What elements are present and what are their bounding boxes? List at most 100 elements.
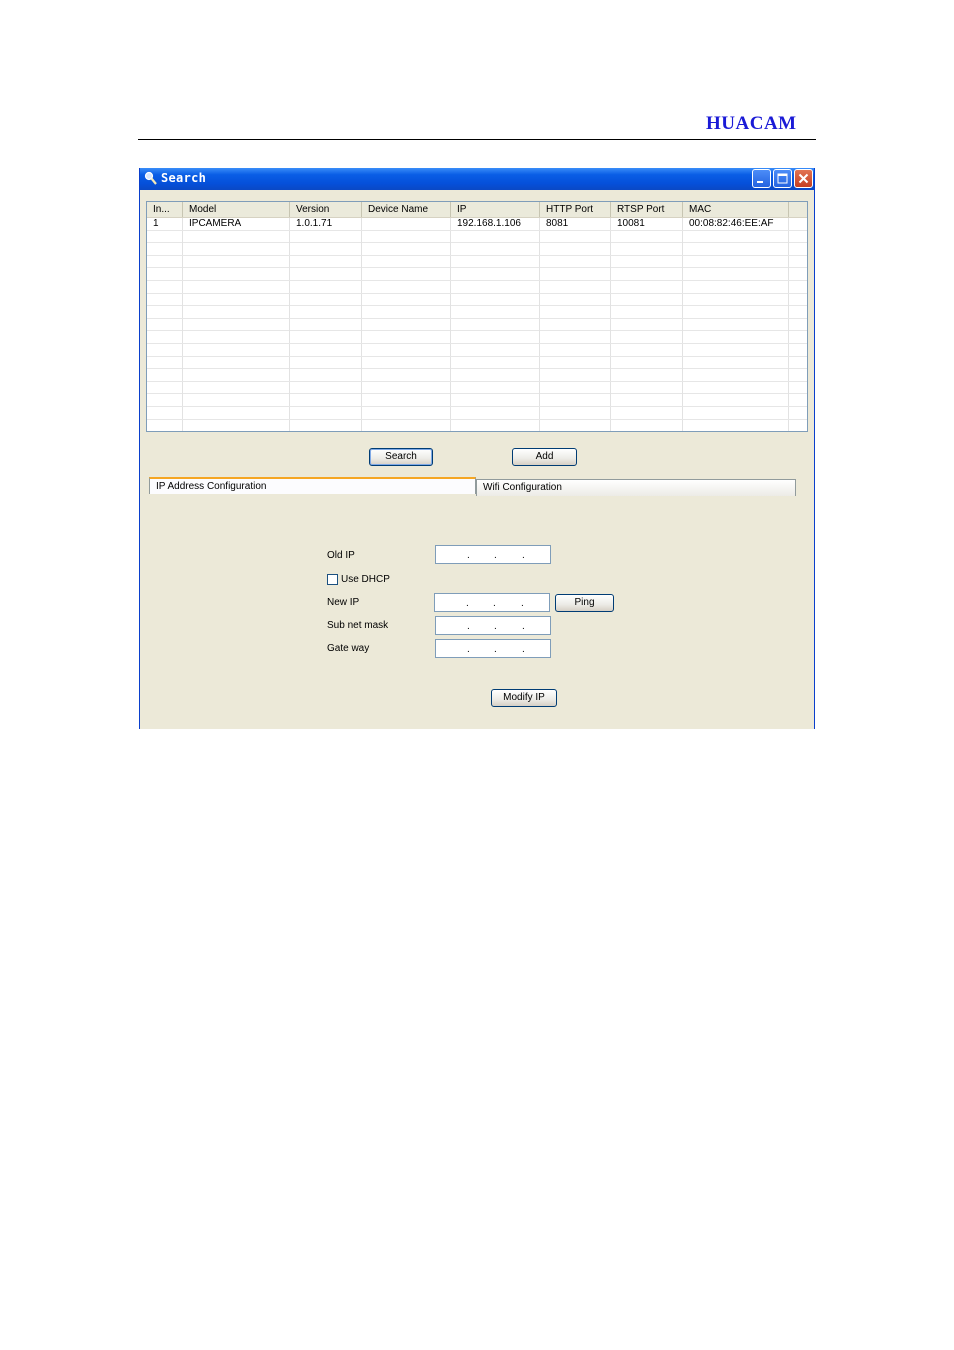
empty-cell bbox=[183, 343, 290, 356]
empty-cell bbox=[183, 306, 290, 319]
gateway-field[interactable]: . . . bbox=[435, 639, 551, 658]
empty-cell bbox=[183, 230, 290, 243]
table-row-empty[interactable] bbox=[147, 356, 807, 370]
ip-separator: . bbox=[467, 644, 470, 655]
modify-ip-button[interactable]: Modify IP bbox=[491, 689, 557, 707]
empty-cell bbox=[611, 419, 683, 431]
column-header-index[interactable]: In... bbox=[147, 202, 183, 217]
cell-device-name bbox=[362, 218, 451, 230]
empty-cell bbox=[290, 419, 362, 431]
empty-cell bbox=[147, 268, 183, 281]
empty-cell bbox=[362, 230, 451, 243]
empty-cell bbox=[683, 331, 789, 344]
use-dhcp-checkbox[interactable] bbox=[327, 574, 338, 585]
empty-cell bbox=[362, 394, 451, 407]
empty-cell bbox=[183, 268, 290, 281]
ip-separator: . bbox=[494, 644, 497, 655]
empty-cell bbox=[683, 268, 789, 281]
table-row-empty[interactable] bbox=[147, 230, 807, 244]
subnet-mask-field[interactable]: . . . bbox=[435, 616, 551, 635]
column-header-mac[interactable]: MAC bbox=[683, 202, 789, 217]
empty-cell bbox=[183, 293, 290, 306]
ip-separator: . bbox=[522, 621, 525, 632]
table-row-empty[interactable] bbox=[147, 343, 807, 357]
minimize-icon bbox=[757, 181, 763, 183]
column-header-rtsp-port[interactable]: RTSP Port bbox=[611, 202, 683, 217]
maximize-button[interactable] bbox=[773, 169, 792, 188]
device-list[interactable]: In... Model Version Device Name IP HTTP … bbox=[146, 201, 808, 432]
search-button[interactable]: Search bbox=[369, 448, 433, 466]
empty-cell bbox=[611, 255, 683, 268]
empty-cell bbox=[362, 306, 451, 319]
empty-cell bbox=[147, 369, 183, 382]
minimize-button[interactable] bbox=[752, 169, 771, 188]
empty-cell bbox=[362, 268, 451, 281]
column-header-device-name[interactable]: Device Name bbox=[362, 202, 451, 217]
empty-cell bbox=[183, 369, 290, 382]
table-row-empty[interactable] bbox=[147, 306, 807, 319]
empty-cell bbox=[147, 230, 183, 243]
table-row-empty[interactable] bbox=[147, 419, 807, 431]
column-header-ip[interactable]: IP bbox=[451, 202, 540, 217]
table-row-empty[interactable] bbox=[147, 293, 807, 307]
empty-cell bbox=[451, 230, 540, 243]
old-ip-field[interactable]: . . . bbox=[435, 545, 551, 564]
empty-cell bbox=[683, 280, 789, 293]
empty-cell bbox=[362, 356, 451, 369]
empty-cell bbox=[290, 318, 362, 331]
empty-cell bbox=[290, 255, 362, 268]
empty-cell bbox=[683, 419, 789, 431]
table-row[interactable]: 1 IPCAMERA 1.0.1.71 192.168.1.106 8081 1… bbox=[147, 218, 807, 231]
table-row-empty[interactable] bbox=[147, 268, 807, 281]
empty-cell bbox=[611, 306, 683, 319]
ip-separator: . bbox=[521, 598, 524, 609]
empty-cell bbox=[147, 280, 183, 293]
table-row-empty[interactable] bbox=[147, 369, 807, 382]
table-row-empty[interactable] bbox=[147, 331, 807, 344]
column-header-http-port[interactable]: HTTP Port bbox=[540, 202, 611, 217]
ip-separator: . bbox=[467, 621, 470, 632]
empty-cell bbox=[611, 356, 683, 369]
tab-wifi-configuration[interactable]: Wifi Configuration bbox=[476, 479, 796, 496]
empty-cell bbox=[611, 343, 683, 356]
tab-ip-address-configuration[interactable]: IP Address Configuration bbox=[149, 477, 476, 494]
empty-cell bbox=[451, 406, 540, 419]
column-header-version[interactable]: Version bbox=[290, 202, 362, 217]
empty-cell bbox=[290, 381, 362, 394]
empty-cell bbox=[611, 268, 683, 281]
table-row-empty[interactable] bbox=[147, 406, 807, 420]
empty-cell bbox=[183, 280, 290, 293]
empty-cell bbox=[147, 394, 183, 407]
table-row-empty[interactable] bbox=[147, 381, 807, 395]
empty-cell bbox=[683, 230, 789, 243]
add-button[interactable]: Add bbox=[512, 448, 577, 466]
empty-cell bbox=[290, 343, 362, 356]
table-row-empty[interactable] bbox=[147, 394, 807, 407]
empty-cell bbox=[290, 280, 362, 293]
empty-cell bbox=[611, 318, 683, 331]
gateway-label: Gate way bbox=[327, 643, 370, 654]
empty-cell bbox=[147, 293, 183, 306]
table-row-empty[interactable] bbox=[147, 318, 807, 332]
new-ip-field[interactable]: . . . bbox=[434, 593, 550, 612]
title-bar[interactable]: Search bbox=[140, 168, 814, 190]
brand-logo: HUACAM bbox=[706, 113, 797, 134]
empty-cell bbox=[611, 381, 683, 394]
search-window: Search In... Model Version Device Name I… bbox=[139, 168, 815, 729]
empty-cell bbox=[362, 343, 451, 356]
ping-button[interactable]: Ping bbox=[555, 594, 614, 612]
empty-cell bbox=[290, 230, 362, 243]
column-header-model[interactable]: Model bbox=[183, 202, 290, 217]
table-row-empty[interactable] bbox=[147, 255, 807, 269]
table-row-empty[interactable] bbox=[147, 280, 807, 294]
ip-separator: . bbox=[467, 550, 470, 561]
empty-cell bbox=[362, 243, 451, 256]
empty-cell bbox=[147, 356, 183, 369]
empty-cell bbox=[451, 343, 540, 356]
table-row-empty[interactable] bbox=[147, 243, 807, 256]
ip-separator: . bbox=[494, 550, 497, 561]
close-button[interactable] bbox=[794, 169, 813, 188]
empty-cell bbox=[451, 419, 540, 431]
empty-cell bbox=[540, 369, 611, 382]
use-dhcp-label[interactable]: Use DHCP bbox=[341, 574, 390, 585]
